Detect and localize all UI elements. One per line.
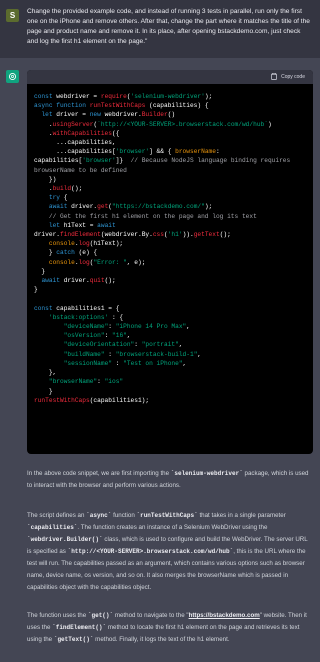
copy-code-label: Copy code bbox=[281, 74, 305, 80]
code-line: }) bbox=[34, 175, 57, 183]
code-line: } bbox=[34, 267, 46, 275]
explanation-paragraph-2: The script defines an `async` function `… bbox=[27, 510, 313, 594]
code-line: // Get the first h1 element on the page … bbox=[48, 212, 257, 220]
code-line: .withCapabilities({ bbox=[34, 129, 120, 137]
code-line: const webdriver = require('selenium-webd… bbox=[34, 93, 213, 100]
code-line: } bbox=[34, 286, 38, 294]
code-line: "osVersion": "16", bbox=[63, 332, 131, 340]
inline-code: `get()` bbox=[87, 612, 114, 619]
code-line: async function runTestWithCaps (capabili… bbox=[34, 102, 209, 110]
code-line: await driver.quit(); bbox=[41, 277, 116, 285]
code-line: "browserName": "ios" bbox=[48, 378, 124, 386]
code-line: ...capabilities, bbox=[34, 139, 116, 147]
text-span: function bbox=[111, 512, 137, 519]
code-line: }, bbox=[34, 369, 57, 377]
inline-code: `http://<YOUR-SERVER>.browserstack.com/w… bbox=[67, 548, 234, 555]
code-line: let h1Text = await bbox=[48, 221, 116, 229]
text-span: In the above code snippet, we are first … bbox=[27, 470, 171, 477]
code-line: runTestWithCaps(capabilities1); bbox=[34, 396, 150, 404]
code-line: const capabilities1 = { bbox=[34, 304, 120, 312]
inline-code: `capabilities` bbox=[27, 524, 78, 531]
inline-code: `async` bbox=[86, 512, 112, 519]
explanation-paragraph-1: In the above code snippet, we are first … bbox=[27, 468, 313, 492]
text-span: The function uses the bbox=[27, 612, 88, 619]
code-line: browserName to be defined bbox=[34, 166, 127, 174]
text-span: The script defines an bbox=[27, 512, 87, 519]
code-line: console.log("Error: ", e); bbox=[48, 258, 146, 266]
code-block: Copy code const webdriver = require('sel… bbox=[27, 70, 313, 454]
copy-code-button[interactable]: Copy code bbox=[271, 72, 305, 82]
openai-logo-icon bbox=[6, 70, 19, 83]
code-line: ...capabilities['browser'] && { browserN… bbox=[34, 148, 220, 156]
assistant-message-row: Copy code const webdriver = require('sel… bbox=[0, 58, 320, 662]
code-line: console.log(h1Text); bbox=[48, 240, 124, 248]
code-line: await driver.get("https://bstackdemo.com… bbox=[48, 203, 213, 211]
code-line: "deviceName": "iPhone 14 Pro Max", bbox=[63, 323, 190, 331]
user-avatar: S bbox=[6, 9, 19, 22]
code-line: "deviceOrientation": "portrait", bbox=[63, 341, 183, 349]
text-span: method to navigate to the " bbox=[113, 612, 189, 619]
inline-code: `selenium-webdriver` bbox=[170, 470, 243, 477]
code-line: driver.findElement(webdriver.By.css('h1'… bbox=[34, 231, 231, 239]
code-line: } catch (e) { bbox=[34, 249, 98, 257]
text-span: . The function creates an instance of a … bbox=[77, 524, 268, 531]
inline-code: `getText()` bbox=[53, 636, 94, 643]
text-span: method. Finally, it logs the text of the… bbox=[93, 636, 230, 643]
code-line: "sessionName" : "Test on iPhone", bbox=[63, 359, 187, 367]
inline-code: `findElement()` bbox=[52, 624, 107, 631]
text-span: that takes in a single parameter bbox=[197, 512, 286, 519]
inline-code: `webdriver.Builder()` bbox=[27, 536, 103, 543]
explanation-paragraph-3: The function uses the `get()` method to … bbox=[27, 610, 313, 646]
clipboard-icon bbox=[271, 72, 277, 82]
code-line: .usingServer(`http://<YOUR-SERVER>.brows… bbox=[34, 120, 272, 128]
code-content: const webdriver = require('selenium-webd… bbox=[27, 84, 313, 405]
code-line: let driver = new webdriver.Builder() bbox=[41, 111, 176, 119]
bstackdemo-link[interactable]: https://bstackdemo.com bbox=[189, 612, 260, 619]
inline-code: `runTestWithCaps` bbox=[136, 512, 198, 519]
user-message-text: Change the provided example code, and in… bbox=[27, 8, 310, 45]
code-line: .build(); bbox=[34, 185, 83, 193]
code-block-header: Copy code bbox=[27, 70, 313, 84]
code-line: capabilities['browser']} // Because Node… bbox=[34, 157, 291, 165]
code-line: 'bstack:options' : { bbox=[48, 313, 124, 321]
code-line: try { bbox=[48, 194, 68, 202]
code-line: "buildName" : "browserstack-build-1", bbox=[63, 350, 202, 358]
code-line: } bbox=[34, 387, 53, 395]
user-message-row: S Change the provided example code, and … bbox=[0, 0, 320, 58]
